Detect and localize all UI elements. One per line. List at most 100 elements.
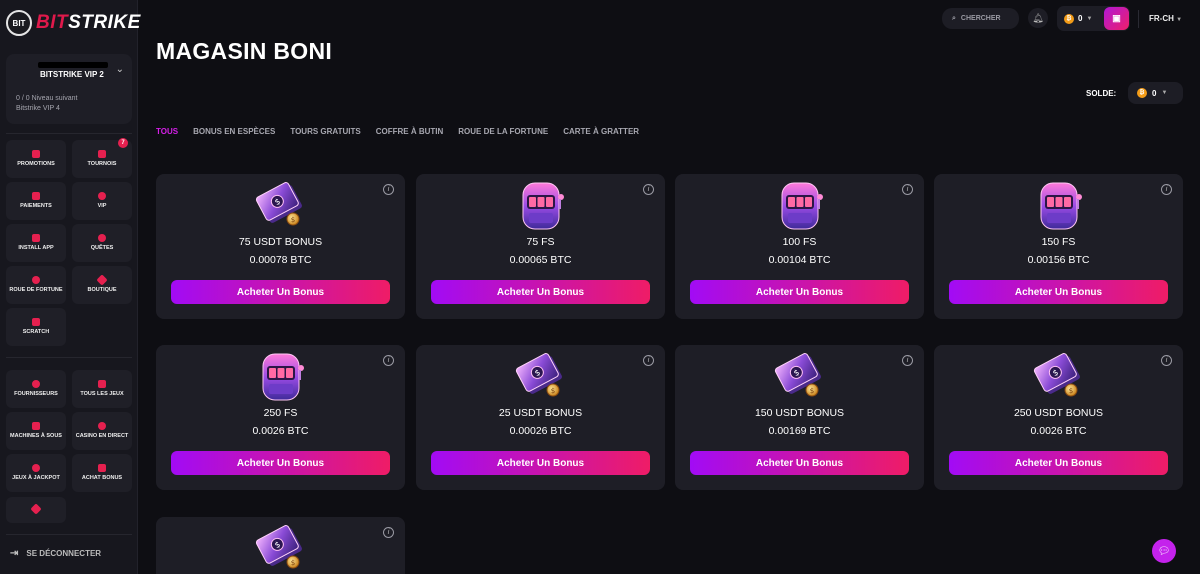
- divider: [6, 534, 132, 535]
- bonus-card: i 250 FS 0.0026 BTC Acheter Un Bonus: [156, 345, 405, 490]
- brand-logo[interactable]: BIT BITSTRIKE: [6, 10, 141, 36]
- tab-tours-gratuits[interactable]: TOURS GRATUITS: [290, 127, 360, 136]
- category-tabs: TOUS BONUS EN ESPÈCES TOURS GRATUITS COF…: [156, 127, 639, 136]
- jackpot-icon: [32, 464, 40, 472]
- bonus-name: 250 USDT BONUS: [1013, 407, 1104, 419]
- wheel-icon: [32, 276, 40, 284]
- chevron-down-icon: ▼: [1086, 15, 1093, 22]
- bonus-card: i 150 FS 0.00156 BTC Acheter Un Bonus: [934, 174, 1183, 319]
- sidebar-item-telegram[interactable]: [6, 497, 66, 523]
- info-icon[interactable]: i: [643, 355, 654, 366]
- bitcoin-icon: ₿: [1064, 13, 1074, 24]
- divider: [6, 133, 132, 134]
- wallet-button[interactable]: ▣: [1104, 7, 1129, 30]
- bell-icon[interactable]: 🔔︎: [1028, 8, 1048, 28]
- search-button[interactable]: ⌕ CHERCHER: [942, 8, 1019, 29]
- bonus-name: 75 FS: [526, 236, 555, 248]
- info-icon[interactable]: i: [383, 527, 394, 538]
- bonus-name: 250 FS: [263, 407, 298, 419]
- buy-bonus-button[interactable]: Acheter Un Bonus: [690, 280, 909, 304]
- sidebar: BIT BITSTRIKE BITSTRIKE VIP 2 ⌄ 0 / 0 Ni…: [0, 0, 141, 574]
- buy-bonus-button[interactable]: Acheter Un Bonus: [949, 451, 1168, 475]
- buy-bonus-button[interactable]: Acheter Un Bonus: [431, 451, 650, 475]
- info-icon[interactable]: i: [643, 184, 654, 195]
- app: BIT BITSTRIKE BITSTRIKE VIP 2 ⌄ 0 / 0 Ni…: [0, 0, 1200, 574]
- slot-machine-icon: [1027, 175, 1091, 233]
- crown-icon: [98, 192, 106, 200]
- bonus-name: 150 FS: [1041, 236, 1076, 248]
- cash-stack-icon: [249, 175, 313, 233]
- info-icon[interactable]: i: [383, 355, 394, 366]
- sidebar-item-promotions[interactable]: PROMOTIONS: [6, 140, 66, 178]
- grid-icon: [98, 380, 106, 388]
- page-title: MAGASIN BONI: [156, 38, 333, 64]
- slot-machine-icon: [509, 175, 573, 233]
- chevron-down-icon: ▼: [1176, 17, 1183, 23]
- bonus-price: 0.0026 BTC: [252, 425, 309, 437]
- divider: [1138, 10, 1139, 28]
- logo-badge: BIT: [6, 10, 32, 36]
- info-icon[interactable]: i: [1161, 184, 1172, 195]
- logout-icon: ⇥: [10, 548, 19, 559]
- bonus-price: 0.00104 BTC: [768, 254, 831, 266]
- sidebar-item-jeux-a-jackpot[interactable]: JEUX À JACKPOT: [6, 454, 66, 492]
- bonus-card: i 250 USDT BONUS 0.0026 BTC Acheter Un B…: [934, 345, 1183, 490]
- balance-label: SOLDE:: [1086, 89, 1117, 98]
- divider: [6, 357, 132, 358]
- tab-roue-de-la-fortune[interactable]: ROUE DE LA FORTUNE: [458, 127, 548, 136]
- sidebar-item-vip[interactable]: VIP: [72, 182, 132, 220]
- chat-icon[interactable]: 💬︎: [1152, 539, 1176, 563]
- wallet-balance[interactable]: ₿ 0 ▼ ▣: [1057, 6, 1130, 31]
- sidebar-item-tous-les-jeux[interactable]: TOUS LES JEUX: [72, 370, 132, 408]
- gift-icon: [32, 150, 40, 158]
- slot-machine-icon: [768, 175, 832, 233]
- vip-card[interactable]: BITSTRIKE VIP 2 ⌄ 0 / 0 Niveau suivant B…: [6, 54, 132, 124]
- balance-currency-select[interactable]: ₿ 0 ▼: [1128, 82, 1183, 104]
- send-icon: [30, 503, 42, 515]
- buy-bonus-button[interactable]: Acheter Un Bonus: [949, 280, 1168, 304]
- sidebar-item-roue-de-fortune[interactable]: ROUE DE FORTUNE: [6, 266, 66, 304]
- search-icon: ⌕: [952, 14, 956, 22]
- buy-bonus-button[interactable]: Acheter Un Bonus: [171, 280, 390, 304]
- bonus-card: i 75 FS 0.00065 BTC Acheter Un Bonus: [416, 174, 665, 319]
- sidebar-item-install-app[interactable]: INSTALL APP: [6, 224, 66, 262]
- notification-badge: 7: [118, 138, 128, 148]
- trophy-icon: [98, 150, 106, 158]
- info-icon[interactable]: i: [902, 355, 913, 366]
- sidebar-item-machines-a-sous[interactable]: MACHINES À SOUS: [6, 412, 66, 450]
- bonus-name: 100 FS: [782, 236, 817, 248]
- chevron-down-icon[interactable]: ⌄: [116, 64, 124, 75]
- bonus-name: 75 USDT BONUS: [238, 236, 323, 248]
- sidebar-item-tournois[interactable]: 7 TOURNOIS: [72, 138, 132, 178]
- bonus-card: i 25 USDT BONUS 0.00026 BTC Acheter Un B…: [416, 345, 665, 490]
- bonus-price: 0.00078 BTC: [249, 254, 312, 266]
- sidebar-item-boutique[interactable]: BOUTIQUE: [72, 266, 132, 304]
- sidebar-item-fournisseurs[interactable]: FOURNISSEURS: [6, 370, 66, 408]
- bonus-name: 25 USDT BONUS: [498, 407, 583, 419]
- bitcoin-icon: ₿: [1137, 88, 1147, 98]
- crown-icon: [98, 464, 106, 472]
- info-icon[interactable]: i: [383, 184, 394, 195]
- tab-tous[interactable]: TOUS: [156, 127, 178, 136]
- buy-bonus-button[interactable]: Acheter Un Bonus: [431, 280, 650, 304]
- sidebar-item-casino-en-direct[interactable]: CASINO EN DIRECT: [72, 412, 132, 450]
- buy-bonus-button[interactable]: Acheter Un Bonus: [690, 451, 909, 475]
- sidebar-item-scratch[interactable]: SCRATCH: [6, 308, 66, 346]
- bonus-price: 0.00169 BTC: [768, 425, 831, 437]
- sidebar-item-achat-bonus[interactable]: ACHAT BONUS: [72, 454, 132, 492]
- vip-title: BITSTRIKE VIP 2: [38, 62, 108, 79]
- tab-bonus-en-especes[interactable]: BONUS EN ESPÈCES: [193, 127, 275, 136]
- logout-button[interactable]: ⇥ SE DÉCONNECTER: [10, 548, 101, 559]
- info-icon[interactable]: i: [902, 184, 913, 195]
- bonus-card: i 100 FS 0.00104 BTC Acheter Un Bonus: [675, 174, 924, 319]
- sidebar-item-paiements[interactable]: PAIEMENTS: [6, 182, 66, 220]
- language-selector[interactable]: FR-CH ▼: [1149, 14, 1182, 23]
- tab-coffre-a-butin[interactable]: COFFRE À BUTIN: [376, 127, 444, 136]
- cash-stack-icon: [768, 346, 832, 404]
- sidebar-item-quetes[interactable]: QUÊTES: [72, 224, 132, 262]
- tab-carte-a-gratter[interactable]: CARTE À GRATTER: [563, 127, 639, 136]
- slot-machine-icon: [249, 346, 313, 404]
- info-icon[interactable]: i: [1161, 355, 1172, 366]
- buy-bonus-button[interactable]: Acheter Un Bonus: [171, 451, 390, 475]
- cash-stack-icon: [509, 346, 573, 404]
